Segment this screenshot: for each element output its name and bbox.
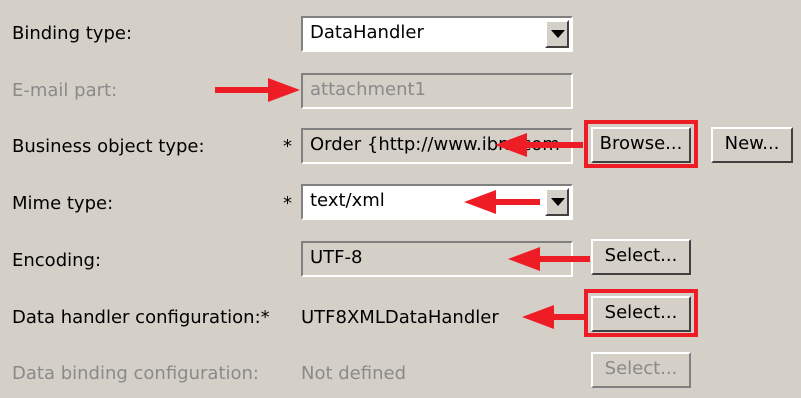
red-arrow-icon	[495, 133, 583, 157]
annotation-arrows	[215, 78, 590, 329]
red-arrow-icon	[215, 78, 300, 102]
red-arrow-icon	[464, 190, 540, 214]
red-arrow-icon	[522, 305, 584, 329]
red-arrow-icon	[508, 247, 590, 271]
